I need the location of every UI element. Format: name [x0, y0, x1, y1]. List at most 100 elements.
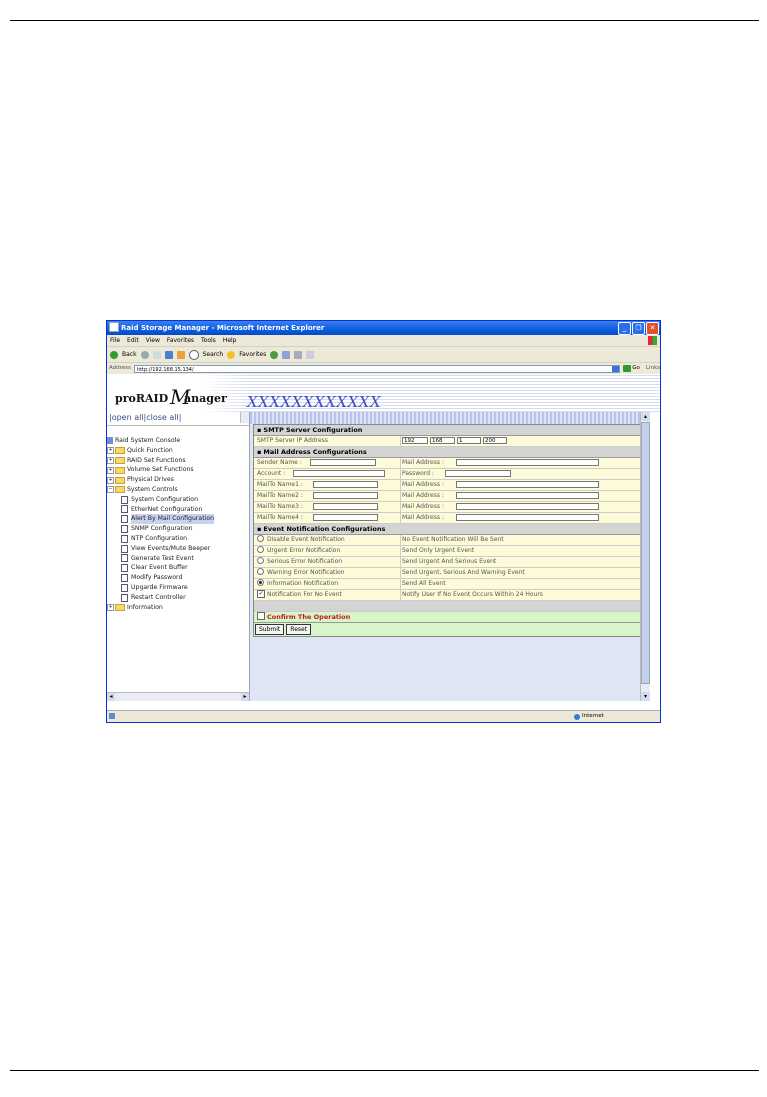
sidebar-item-information[interactable]: + Information: [107, 603, 249, 613]
scroll-right-icon[interactable]: ▸: [241, 693, 249, 701]
event-option-label: Information Notification: [267, 580, 339, 587]
main-panel: SMTP Server Configuration SMTP Server IP…: [250, 412, 650, 701]
scroll-down-icon[interactable]: ▾: [641, 692, 650, 701]
smtp-ip-octet-2[interactable]: 168: [430, 437, 455, 444]
links-button[interactable]: Links: [646, 363, 660, 374]
reset-button[interactable]: Reset: [286, 624, 312, 635]
sidebar-item-ntp-configuration[interactable]: NTP Configuration: [107, 534, 249, 544]
account-input[interactable]: [293, 470, 385, 477]
sender-name-input[interactable]: [310, 459, 376, 466]
mailto-name-input[interactable]: [313, 514, 378, 521]
event-option-label: Urgent Error Notification: [267, 547, 341, 554]
search-icon[interactable]: [188, 349, 199, 360]
account-label: Account :: [257, 470, 286, 477]
back-button[interactable]: Back: [122, 347, 137, 362]
menu-favorites[interactable]: Favorites: [167, 337, 194, 344]
favorites-star-icon[interactable]: [227, 350, 236, 359]
expand-icon[interactable]: −: [107, 486, 114, 494]
close-icon[interactable]: ✕: [646, 322, 659, 335]
menu-help[interactable]: Help: [223, 337, 237, 344]
scroll-up-icon[interactable]: ▴: [641, 412, 650, 421]
smtp-ip-octet-4[interactable]: 200: [483, 437, 507, 444]
confirm-checkbox[interactable]: [257, 612, 265, 620]
print-icon[interactable]: [294, 350, 303, 359]
sender-mail-input[interactable]: [456, 459, 599, 466]
open-close-all[interactable]: |open all|close all|: [107, 412, 249, 426]
document-icon: [121, 505, 128, 514]
password-label: Password :: [402, 470, 434, 477]
menu-tools[interactable]: Tools: [201, 337, 216, 344]
folder-icon: [115, 466, 125, 474]
main-vscrollbar[interactable]: ▴ ▾: [640, 412, 650, 701]
account-row: Account : Password :: [254, 469, 647, 480]
event-radio[interactable]: [257, 568, 264, 575]
mailto-address-input[interactable]: [456, 481, 599, 488]
sidebar-item-modify-password[interactable]: Modify Password: [107, 573, 249, 583]
scroll-left-icon[interactable]: ◂: [107, 693, 115, 701]
sidebar-item-alert-by-mail-configuration[interactable]: Alert By Mail Configuration: [107, 514, 249, 525]
sidebar-item-quick-function[interactable]: + Quick Function: [107, 446, 249, 456]
sidebar-item-upgarde-firmware[interactable]: Upgarde Firmware: [107, 583, 249, 593]
sidebar-item-system-controls[interactable]: − System Controls: [107, 485, 249, 495]
refresh-icon[interactable]: [164, 350, 173, 359]
mail-icon[interactable]: [282, 350, 291, 359]
favorites-button[interactable]: Favorites: [239, 347, 266, 362]
logo-pro: proRAID: [115, 392, 169, 405]
expand-icon[interactable]: +: [107, 603, 114, 611]
mailto-name-input[interactable]: [313, 503, 378, 510]
expand-icon[interactable]: +: [107, 456, 114, 464]
address-input[interactable]: http://192.168.15.134/: [133, 364, 621, 373]
mailto-address-input[interactable]: [456, 492, 599, 499]
menu-bar: File Edit View Favorites Tools Help: [107, 335, 660, 347]
sidebar-item-volume-set-functions[interactable]: + Volume Set Functions: [107, 465, 249, 475]
expand-icon[interactable]: +: [107, 466, 114, 474]
sidebar-item-restart-controller[interactable]: Restart Controller: [107, 593, 249, 603]
sidebar-item-raid-set-functions[interactable]: + RAID Set Functions: [107, 456, 249, 466]
page-bottom-rule: [10, 1070, 759, 1071]
home-icon[interactable]: [176, 350, 185, 359]
tree-root[interactable]: Raid System Console: [107, 436, 249, 446]
address-dropdown-icon[interactable]: [612, 365, 620, 372]
event-radio[interactable]: [257, 535, 264, 542]
sidebar-item-clear-event-buffer[interactable]: Clear Event Buffer: [107, 563, 249, 573]
stop-icon[interactable]: [152, 350, 161, 359]
menu-view[interactable]: View: [146, 337, 160, 344]
sender-row: Sender Name : Mail Address :: [254, 458, 647, 469]
submit-button[interactable]: Submit: [255, 624, 285, 635]
sidebar-item-system-configuration[interactable]: System Configuration: [107, 495, 249, 505]
event-radio[interactable]: [257, 557, 264, 564]
edit-icon[interactable]: [306, 350, 315, 359]
search-button[interactable]: Search: [203, 347, 224, 362]
mailto-address-input[interactable]: [456, 503, 599, 510]
password-input[interactable]: [445, 470, 511, 477]
mailto-name-input[interactable]: [313, 481, 378, 488]
forward-arrow-icon[interactable]: [140, 350, 149, 359]
sidebar-hscrollbar[interactable]: ◂ ▸: [107, 692, 249, 701]
mailto-address-input[interactable]: [456, 514, 599, 521]
scroll-thumb[interactable]: [641, 422, 650, 684]
no-event-checkbox[interactable]: ✓: [257, 589, 265, 598]
sidebar-item-physical-drives[interactable]: + Physical Drives: [107, 475, 249, 485]
sidebar-item-ethernet-configuration[interactable]: EtherNet Configuration: [107, 505, 249, 515]
back-arrow-icon[interactable]: [110, 350, 118, 359]
minimize-icon[interactable]: _: [618, 322, 631, 335]
mailto-address-label: Mail Address :: [402, 514, 444, 521]
restore-icon[interactable]: ❐: [632, 322, 645, 335]
expand-icon[interactable]: +: [107, 476, 114, 484]
event-radio[interactable]: [257, 546, 264, 553]
smtp-ip-octet-1[interactable]: 192: [402, 437, 428, 444]
event-radio[interactable]: [257, 579, 264, 586]
menu-file[interactable]: File: [110, 337, 120, 344]
menu-edit[interactable]: Edit: [127, 337, 139, 344]
go-button[interactable]: Go: [623, 363, 640, 374]
sidebar-scroll-up[interactable]: [240, 412, 249, 423]
sidebar-item-view-events-mute-beeper[interactable]: View Events/Mute Beeper: [107, 544, 249, 554]
smtp-ip-octet-3[interactable]: 1: [457, 437, 481, 444]
history-icon[interactable]: [270, 350, 279, 359]
sidebar-item-snmp-configuration[interactable]: SNMP Configuration: [107, 524, 249, 534]
sidebar-item-generate-test-event[interactable]: Generate Test Event: [107, 554, 249, 564]
console-icon: [107, 437, 113, 445]
expand-icon[interactable]: +: [107, 447, 114, 455]
mailto-name-input[interactable]: [313, 492, 378, 499]
page-content: proRAID M anager XXXXXXXXXXXX |open all|…: [107, 374, 660, 710]
